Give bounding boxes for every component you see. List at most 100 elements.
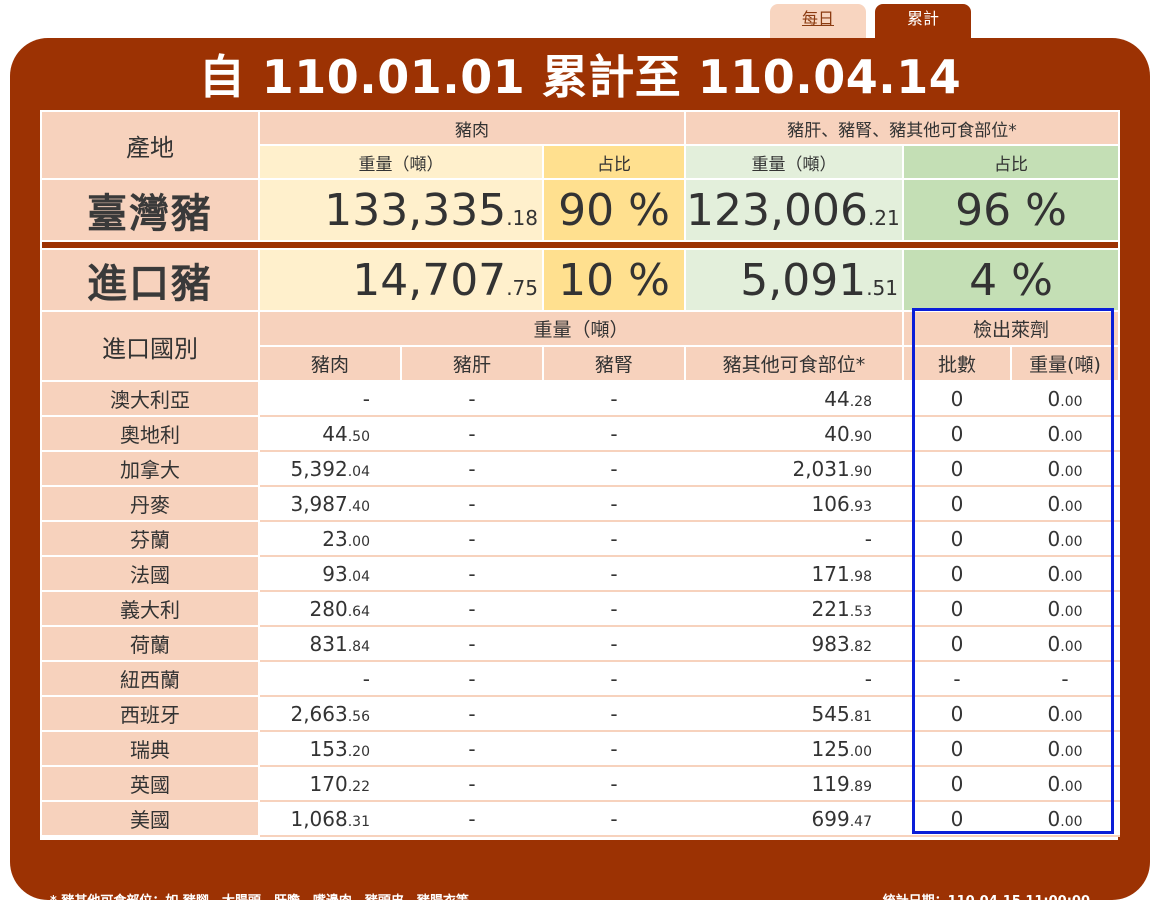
cell-det-weight: 0.00 xyxy=(1009,555,1121,592)
summary-other-ratio: 96 % xyxy=(901,178,1121,242)
table-row: 加拿大 5,392.04- -2,031.90 0 0.00 xyxy=(40,450,1121,487)
cell-pork: 831.84 xyxy=(258,625,402,662)
cell-kidney: - xyxy=(542,660,686,697)
country-name: 紐西蘭 xyxy=(40,660,260,697)
table-row: 紐西蘭 - - - - - - xyxy=(40,660,1121,697)
cell-other: 983.82 xyxy=(684,625,904,662)
cell-liver: - xyxy=(400,520,544,557)
header-other: 豬肝、豬腎、豬其他可食部位* xyxy=(683,110,1121,146)
cell-kidney: - xyxy=(542,590,686,627)
summary-other-ratio: 4 % xyxy=(901,248,1121,312)
header-col-det-weight: 重量(噸) xyxy=(1009,345,1121,382)
stat-date: 統計日期：110.04.15 11:00:00 xyxy=(882,894,1090,903)
table-row: 瑞典 153.20- -125.00 0 0.00 xyxy=(40,730,1121,767)
country-name: 美國 xyxy=(40,800,260,837)
country-name: 丹麥 xyxy=(40,485,260,522)
cell-pork: 3,987.40 xyxy=(258,485,402,522)
table-row: 英國 170.22- -119.89 0 0.00 xyxy=(40,765,1121,802)
summary-row-import: 進口豬 14,707.75 10 % 5,091.51 4 % xyxy=(40,248,1121,312)
cell-kidney: - xyxy=(542,765,686,802)
cell-other: 2,031.90 xyxy=(684,450,904,487)
cell-other: 44.28 xyxy=(684,380,904,417)
cell-det-weight: 0.00 xyxy=(1009,765,1121,802)
summary-pork-weight: 14,707.75 xyxy=(258,248,544,312)
cell-liver: - xyxy=(400,450,544,487)
cell-other: 125.00 xyxy=(684,730,904,767)
cell-det-weight: 0.00 xyxy=(1009,380,1121,417)
cell-kidney: - xyxy=(542,380,686,417)
cell-liver: - xyxy=(400,800,544,837)
cell-pork: 5,392.04 xyxy=(258,450,402,487)
cell-pork: 1,068.31 xyxy=(258,800,402,837)
summary-other-weight: 123,006.21 xyxy=(684,178,904,242)
table-row: 法國 93.04- -171.98 0 0.00 xyxy=(40,555,1121,592)
summary-other-weight: 5,091.51 xyxy=(684,248,904,312)
cell-liver: - xyxy=(400,415,544,452)
cell-liver: - xyxy=(400,730,544,767)
table-row: 美國 1,068.31- -699.47 0 0.00 xyxy=(40,800,1121,837)
cell-pork: 153.20 xyxy=(258,730,402,767)
country-name: 義大利 xyxy=(40,590,260,627)
cell-pork: - xyxy=(258,660,402,697)
cell-other: - xyxy=(684,520,904,557)
tab-daily[interactable]: 每日 xyxy=(770,4,866,38)
main-panel: 自 110.01.01 累計至 110.04.14 產地 豬肉 豬肝、豬腎、豬其… xyxy=(10,38,1150,903)
cell-det-weight: 0.00 xyxy=(1009,625,1121,662)
cell-batches: 0 xyxy=(902,730,1012,767)
cell-kidney: - xyxy=(542,730,686,767)
country-name: 澳大利亞 xyxy=(40,380,260,417)
cell-batches: 0 xyxy=(902,555,1012,592)
cell-kidney: - xyxy=(542,695,686,732)
summary-label: 臺灣豬 xyxy=(40,178,260,242)
cell-kidney: - xyxy=(542,800,686,837)
header-import-country: 進口國別 xyxy=(40,310,260,382)
cell-liver: - xyxy=(400,625,544,662)
cell-other: 119.89 xyxy=(684,765,904,802)
header-other-ratio: 占比 xyxy=(901,144,1121,180)
cell-det-weight: 0.00 xyxy=(1009,450,1121,487)
header-col-pork: 豬肉 xyxy=(258,345,402,382)
header-origin: 產地 xyxy=(40,110,260,180)
cell-pork: 170.22 xyxy=(258,765,402,802)
country-name: 荷蘭 xyxy=(40,625,260,662)
cell-batches: 0 xyxy=(902,380,1012,417)
tab-total[interactable]: 累計 xyxy=(875,4,971,38)
header-pork: 豬肉 xyxy=(258,110,686,146)
summary-divider xyxy=(39,241,1121,249)
cell-kidney: - xyxy=(542,520,686,557)
header-import-weight: 重量（噸） xyxy=(258,310,904,347)
summary-label: 進口豬 xyxy=(40,248,260,312)
cell-kidney: - xyxy=(542,485,686,522)
cell-kidney: - xyxy=(542,415,686,452)
header-other-weight: 重量（噸） xyxy=(684,144,904,180)
summary-pork-weight: 133,335.18 xyxy=(258,178,544,242)
cell-det-weight: 0.00 xyxy=(1009,730,1121,767)
cell-batches: 0 xyxy=(902,765,1012,802)
cell-pork: - xyxy=(258,380,402,417)
header-col-liver: 豬肝 xyxy=(400,345,544,382)
cell-other: 699.47 xyxy=(684,800,904,837)
cell-batches: 0 xyxy=(902,450,1012,487)
cell-det-weight: 0.00 xyxy=(1009,590,1121,627)
table-row: 荷蘭 831.84- -983.82 0 0.00 xyxy=(40,625,1121,662)
cell-batches: 0 xyxy=(902,695,1012,732)
cell-pork: 93.04 xyxy=(258,555,402,592)
country-name: 英國 xyxy=(40,765,260,802)
header-col-kidney: 豬腎 xyxy=(542,345,686,382)
cell-batches: 0 xyxy=(902,415,1012,452)
stats-table: 產地 豬肉 豬肝、豬腎、豬其他可食部位* 重量（噸） 占比 重量（噸） 占比 臺… xyxy=(39,110,1121,837)
table-row: 芬蘭 23.00- - -0 0.00 xyxy=(40,520,1121,557)
cell-liver: - xyxy=(400,555,544,592)
cell-pork: 44.50 xyxy=(258,415,402,452)
cell-batches: 0 xyxy=(902,800,1012,837)
cell-det-weight: 0.00 xyxy=(1009,415,1121,452)
cell-liver: - xyxy=(400,590,544,627)
cell-liver: - xyxy=(400,380,544,417)
country-name: 芬蘭 xyxy=(40,520,260,557)
table-row: 澳大利亞 - - -44.28 0 0.00 xyxy=(40,380,1121,417)
cell-batches: 0 xyxy=(902,625,1012,662)
table-row: 西班牙 2,663.56- -545.81 0 0.00 xyxy=(40,695,1121,732)
header-detected: 檢出萊劑 xyxy=(901,310,1121,347)
header-col-batches: 批數 xyxy=(902,345,1012,382)
summary-row-taiwan: 臺灣豬 133,335.18 90 % 123,006.21 96 % xyxy=(40,178,1121,242)
